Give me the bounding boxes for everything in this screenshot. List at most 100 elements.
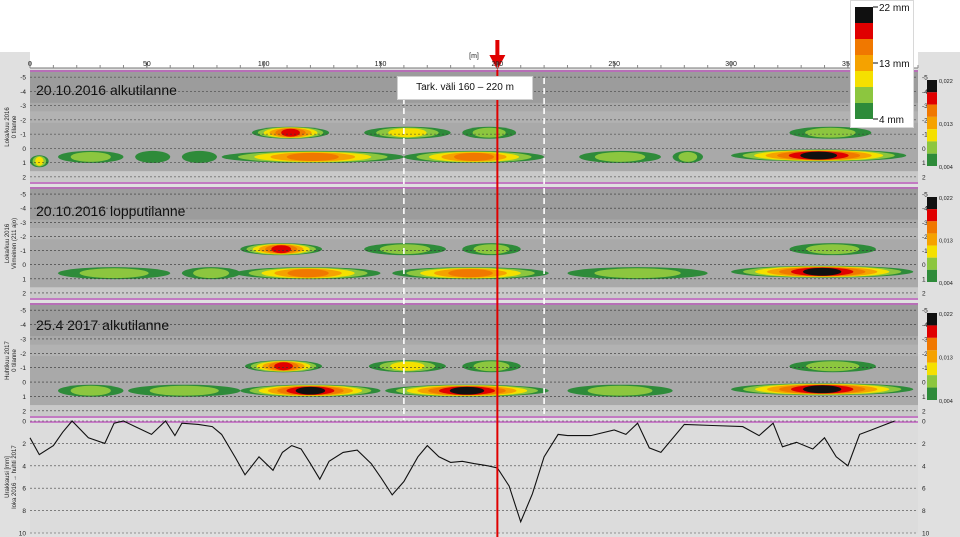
panel-y-tick: -3 — [20, 103, 26, 110]
bottom-y-tick: 6 — [22, 486, 26, 493]
panel-y-label-line: Huhtikuu 2017 — [5, 340, 11, 379]
heat-blob — [379, 244, 431, 255]
side-legend-label: 0,022 — [939, 196, 953, 202]
side-legend-swatch — [927, 197, 937, 210]
panel-y-tick: -5 — [20, 308, 26, 315]
side-legend-swatch — [927, 325, 937, 338]
side-legend-swatch — [927, 92, 937, 105]
bottom-y-label-line: Urakkausi [mm] — [5, 456, 11, 498]
bottom-y-tick: 4 — [22, 463, 26, 470]
panel-y-tick-right: 1 — [922, 160, 926, 167]
bottom-y-tick-right: 6 — [922, 486, 926, 493]
heat-blob — [678, 151, 698, 162]
side-legend-swatch — [927, 233, 937, 246]
side-legend-swatch — [927, 337, 937, 351]
panel-y-tick-right: 1 — [922, 394, 926, 401]
heat-blob — [803, 267, 842, 276]
panel-y-tick-right: 0 — [922, 146, 926, 153]
heat-blob — [473, 244, 510, 255]
panel-y-tick: -4 — [20, 89, 26, 96]
heat-blob — [390, 361, 425, 371]
color-legend: 22 mm 13 mm 4 mm — [850, 0, 914, 128]
side-legend-swatch — [927, 80, 937, 93]
side-legend-swatch — [927, 350, 937, 363]
heat-blob — [193, 268, 230, 279]
panel-band — [30, 111, 918, 123]
panel-y-tick: 0 — [22, 380, 26, 387]
heat-blob — [181, 150, 217, 163]
bottom-y-tick-right: 0 — [922, 419, 926, 426]
panel-y-tick: -2 — [20, 117, 26, 124]
heat-blob — [594, 268, 681, 279]
side-legend-label: 0,004 — [939, 281, 953, 287]
panel-band — [30, 287, 918, 300]
panel-y-tick-right: 2 — [922, 408, 926, 415]
side-legend-label: 0,004 — [939, 165, 953, 171]
panel-band — [30, 344, 918, 357]
side-legend-swatch — [927, 362, 937, 376]
side-legend-swatch — [927, 116, 937, 130]
side-legend-label: 0,013 — [939, 356, 953, 362]
bottom-y-tick-right: 2 — [922, 441, 926, 448]
bottom-y-tick: 10 — [19, 531, 27, 537]
side-legend-label: 0,022 — [939, 79, 953, 85]
heat-blob — [149, 385, 219, 396]
panel-y-label-line: 0 tilanne — [12, 115, 18, 138]
heat-blob — [287, 269, 329, 278]
side-legend-swatch — [927, 209, 937, 222]
heat-blob — [135, 150, 171, 163]
panel-title-1: 20.10.2016 alkutilanne — [36, 82, 177, 98]
bottom-bg — [30, 421, 918, 533]
panel-y-tick-right: 2 — [922, 174, 926, 181]
panel-y-tick: -2 — [20, 234, 26, 241]
legend-label: 13 mm — [879, 59, 910, 70]
panel-y-tick: -3 — [20, 220, 26, 227]
heat-blob — [281, 128, 300, 137]
heat-blob — [473, 361, 510, 372]
legend-label: 22 mm — [879, 3, 910, 14]
x-unit-label: [m] — [469, 53, 479, 60]
panel-y-tick: -4 — [20, 206, 26, 213]
panel-title-2: 20.10.2016 lopputilanne — [36, 203, 186, 219]
side-legend-label: 0,022 — [939, 312, 953, 318]
heat-blob — [295, 386, 326, 395]
panel-y-tick: -1 — [20, 365, 26, 372]
heat-blob — [806, 244, 860, 255]
panel-y-tick: 1 — [22, 160, 26, 167]
side-legend-swatch — [927, 245, 937, 258]
panel-y-label-line: 0 tilanne — [12, 348, 18, 371]
panel-y-tick: -4 — [20, 322, 26, 329]
panel-y-tick: 1 — [22, 394, 26, 401]
panel-y-tick: -5 — [20, 75, 26, 82]
side-legend-swatch — [927, 375, 937, 388]
heat-blob — [803, 385, 842, 394]
panel-y-tick-right: 1 — [922, 276, 926, 283]
heat-blob — [274, 362, 293, 371]
panel-y-label: Loka/kuu 2016Viimeinen (211 ajo) — [5, 218, 18, 269]
color-legend-swatches: 22 mm 13 mm 4 mm — [855, 3, 910, 126]
side-legend-swatch — [927, 141, 937, 154]
side-legend-label: 0,013 — [939, 239, 953, 245]
range-annotation: Tark. väli 160 – 220 m — [397, 76, 533, 100]
legend-swatch — [855, 23, 873, 39]
panel-y-tick: 0 — [22, 262, 26, 269]
heat-blob — [70, 151, 111, 162]
legend-swatch — [855, 103, 873, 119]
heat-blob — [800, 151, 838, 160]
panel-band — [30, 171, 918, 184]
heat-blob — [388, 128, 427, 138]
side-legend-swatch — [927, 104, 937, 117]
panel-title-3: 25.4 2017 alkutilanne — [36, 317, 170, 333]
panel-y-tick: -1 — [20, 248, 26, 255]
bottom-y-tick: 2 — [22, 441, 26, 448]
panel-y-label-line: Loka/kuu 2016 — [5, 223, 11, 263]
legend-swatch — [855, 71, 873, 87]
legend-label: 4 mm — [879, 115, 904, 126]
heat-blob — [594, 151, 646, 162]
panel-y-label-line: Loka/kuu 2016 — [5, 107, 11, 147]
heat-blob — [472, 127, 506, 138]
side-legend-label: 0,013 — [939, 122, 953, 128]
panel-y-tick: -1 — [20, 132, 26, 139]
legend-swatch — [855, 39, 873, 55]
side-legend-label: 0,004 — [939, 399, 953, 405]
